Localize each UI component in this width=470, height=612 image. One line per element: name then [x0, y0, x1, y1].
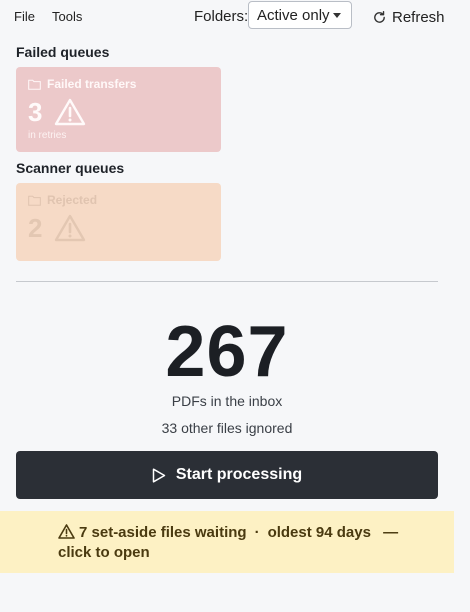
app-window: File Tools Folders: Active only Refresh …	[0, 0, 470, 612]
toolbar: File Tools Folders: Active only Refresh	[0, 0, 454, 32]
banner-dash: —	[383, 524, 399, 541]
inbox-label: PDFs in the inbox	[171, 393, 283, 409]
menu-tools[interactable]: Tools	[52, 9, 82, 24]
chevron-down-icon	[333, 13, 341, 18]
card-header: Rejected	[28, 193, 97, 207]
refresh-button[interactable]: Refresh	[372, 7, 445, 27]
folders-select[interactable]: Active only	[248, 1, 352, 29]
folder-icon	[28, 195, 41, 206]
start-processing-label: Start processing	[175, 466, 303, 483]
banner-oldest-text: oldest 94 days	[267, 524, 371, 541]
start-processing-button[interactable]: Start processing	[16, 451, 438, 499]
failed-queues-title: Failed queues	[16, 44, 110, 60]
scanner-queues-title: Scanner queues	[16, 160, 125, 176]
folders-label: Folders:	[194, 8, 249, 25]
card-count: 3	[28, 97, 43, 127]
card-name: Failed transfers	[47, 77, 137, 91]
play-icon	[152, 467, 166, 483]
inbox-count: 267	[165, 312, 289, 392]
menu-file[interactable]: File	[14, 9, 35, 24]
failed-transfers-card[interactable]: Failed transfers 3 in retries	[16, 67, 221, 152]
folder-icon	[28, 79, 41, 90]
refresh-icon	[374, 10, 385, 23]
warning-icon	[58, 524, 75, 539]
warning-icon	[54, 98, 86, 126]
card-subtitle: in retries	[28, 130, 67, 141]
warning-icon	[54, 214, 86, 242]
card-header: Failed transfers	[28, 77, 136, 91]
rejected-card[interactable]: Rejected 2	[16, 183, 221, 261]
card-count: 2	[28, 213, 43, 243]
divider	[16, 281, 438, 282]
banner-action-text: click to open	[58, 544, 150, 561]
banner-separator: ·	[254, 524, 260, 541]
set-aside-banner[interactable]: 7 set-aside files waiting · oldest 94 days…	[0, 511, 454, 573]
folders-select-value: Active only	[257, 7, 330, 24]
refresh-label: Refresh	[392, 8, 445, 26]
banner-waiting-text: 7 set-aside files waiting	[79, 524, 247, 541]
card-name: Rejected	[47, 193, 98, 207]
ignored-files-label: 33 other files ignored	[161, 420, 293, 436]
